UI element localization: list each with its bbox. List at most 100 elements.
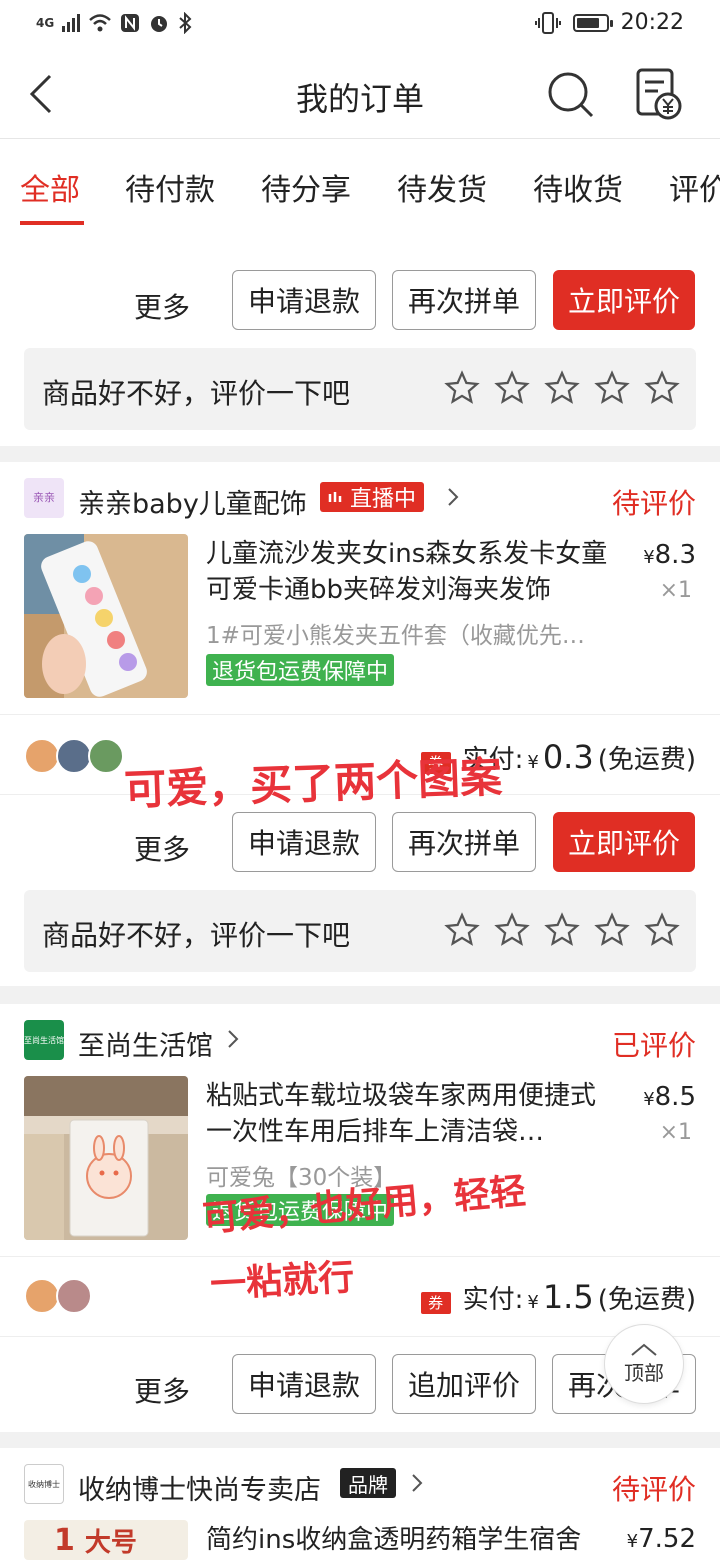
- star-icon[interactable]: [494, 912, 530, 948]
- free-shipping-label: (免运费): [597, 1285, 696, 1315]
- divider: [0, 714, 720, 715]
- thumb-label: 大号: [84, 1527, 137, 1558]
- tab-all[interactable]: 全部: [20, 165, 80, 209]
- alarm-icon: [151, 16, 168, 32]
- star-icon[interactable]: [544, 370, 580, 406]
- product-title[interactable]: 儿童流沙发夹女ins森女系发卡女童可爱卡通bb夹碎发刘海夹发饰: [206, 536, 616, 608]
- add-review-button[interactable]: 追加评价: [392, 1354, 536, 1414]
- avatar: [24, 738, 60, 774]
- star-icon[interactable]: [444, 370, 480, 406]
- product-thumbnail[interactable]: [24, 1076, 188, 1240]
- shop-logo[interactable]: 收纳博士: [24, 1464, 64, 1504]
- order-tabs: 全部 待付款 待分享 待发货 待收货 评价: [0, 138, 720, 228]
- live-bars-icon: [328, 492, 342, 502]
- live-badge[interactable]: 直播中: [320, 482, 425, 512]
- avatar: [56, 738, 92, 774]
- review-prompt[interactable]: 商品好不好，评价一下吧: [24, 890, 696, 972]
- group-avatars: [24, 1278, 92, 1314]
- currency-symbol: ¥: [643, 547, 655, 568]
- more-button[interactable]: 更多: [134, 286, 190, 326]
- star-icon[interactable]: [594, 370, 630, 406]
- avatar: [24, 1278, 60, 1314]
- refund-button[interactable]: 申请退款: [232, 812, 376, 872]
- nfc-icon: [121, 14, 140, 32]
- price-value: 7.52: [638, 1524, 696, 1554]
- order-status: 已评价: [611, 1029, 696, 1062]
- hairclip-image: [24, 534, 188, 698]
- currency-symbol: ¥: [626, 1531, 639, 1552]
- shop-logo[interactable]: 至尚生活馆: [24, 1020, 64, 1060]
- wifi-icon: [89, 14, 112, 32]
- star-icon[interactable]: [644, 912, 680, 948]
- product-quantity: ×1: [659, 578, 692, 603]
- brand-badge: 品牌: [340, 1468, 396, 1498]
- active-tab-indicator: [20, 221, 84, 225]
- chevron-right-icon[interactable]: [226, 1028, 240, 1050]
- refund-button[interactable]: 申请退款: [232, 1354, 376, 1414]
- price-value: 8.3: [654, 540, 696, 570]
- shop-name[interactable]: 至尚生活馆: [78, 1024, 213, 1063]
- free-shipping-label: (免运费): [597, 745, 696, 775]
- star-icon[interactable]: [444, 912, 480, 948]
- star-icon[interactable]: [594, 912, 630, 948]
- divider: [0, 1336, 720, 1337]
- coupon-icon: 券: [420, 1291, 451, 1314]
- order-card: 收纳博士 收纳博士快尚专卖店 品牌 待评价 1 大号 简约ins收纳盒透明药箱学…: [0, 1448, 720, 1560]
- rebuy-button[interactable]: 再次拼单: [392, 812, 536, 872]
- product-quantity: ×1: [659, 1120, 692, 1145]
- shipping-guarantee-badge: 退货包运费保障中: [206, 654, 395, 686]
- tab-pending-shipment[interactable]: 待发货: [397, 165, 487, 209]
- review-now-button[interactable]: 立即评价: [553, 812, 695, 872]
- more-button[interactable]: 更多: [134, 1370, 190, 1410]
- clock: 20:22: [620, 10, 684, 35]
- order-card: 更多 申请退款 再次拼单 立即评价 商品好不好，评价一下吧: [0, 228, 720, 446]
- product-thumbnail[interactable]: [24, 534, 188, 698]
- thumb-number: 1: [54, 1522, 75, 1558]
- bluetooth-icon: [179, 12, 192, 34]
- shop-name[interactable]: 收纳博士快尚专卖店: [78, 1468, 321, 1507]
- product-price: ¥8.3: [643, 540, 696, 570]
- review-prompt-text: 商品好不好，评价一下吧: [42, 919, 351, 952]
- handwritten-note: 一粘就行: [209, 1256, 356, 1306]
- chevron-right-icon[interactable]: [446, 486, 460, 508]
- review-now-button[interactable]: 立即评价: [553, 270, 695, 330]
- search-icon[interactable]: [546, 70, 596, 120]
- app-header: 我的订单: [0, 50, 720, 138]
- currency-symbol: ¥: [643, 1089, 655, 1110]
- avatar: [56, 1278, 92, 1314]
- back-to-top-label: 顶部: [624, 1360, 664, 1385]
- signal-icon: [62, 14, 81, 32]
- currency-symbol: ¥: [527, 1292, 539, 1313]
- page-title: 我的订单: [295, 80, 424, 118]
- review-prompt[interactable]: 商品好不好，评价一下吧: [24, 348, 696, 430]
- order-status: 待评价: [611, 1473, 696, 1506]
- product-title[interactable]: 粘贴式车载垃圾袋车家两用便捷式一次性车用后排车上清洁袋…: [206, 1078, 616, 1150]
- star-icon[interactable]: [494, 370, 530, 406]
- back-to-top-button[interactable]: 顶部: [604, 1324, 684, 1404]
- tab-review[interactable]: 评价: [669, 165, 720, 209]
- star-icon[interactable]: [544, 912, 580, 948]
- trash-bag-image: [24, 1076, 188, 1240]
- refund-button[interactable]: 申请退款: [232, 270, 376, 330]
- chevron-right-icon[interactable]: [410, 1472, 424, 1494]
- currency-symbol: ¥: [527, 752, 539, 773]
- shop-name[interactable]: 亲亲baby儿童配饰: [78, 482, 307, 521]
- more-button[interactable]: 更多: [134, 828, 190, 868]
- price-value: 8.5: [654, 1082, 696, 1112]
- tab-pending-payment[interactable]: 待付款: [125, 165, 215, 209]
- receipt-yen-icon[interactable]: [632, 66, 684, 122]
- tab-pending-share[interactable]: 待分享: [261, 165, 351, 209]
- vibrate-icon: [534, 11, 561, 34]
- product-spec: 1#可爱小熊发夹五件套（收藏优先…: [206, 623, 585, 649]
- paid-value: 1.5: [542, 1278, 594, 1316]
- shop-logo[interactable]: 亲亲: [24, 478, 64, 518]
- product-thumbnail[interactable]: 1 大号: [24, 1520, 188, 1560]
- rebuy-button[interactable]: 再次拼单: [392, 270, 536, 330]
- paid-label: 实付:: [462, 1285, 524, 1315]
- product-price: ¥8.5: [643, 1082, 696, 1112]
- tab-pending-receipt[interactable]: 待收货: [533, 165, 623, 209]
- status-icons-right: 20:22: [534, 10, 684, 35]
- star-icon[interactable]: [644, 370, 680, 406]
- back-to-top-icon: [631, 1343, 657, 1356]
- product-title[interactable]: 简约ins收纳盒透明药箱学生宿舍: [206, 1522, 616, 1558]
